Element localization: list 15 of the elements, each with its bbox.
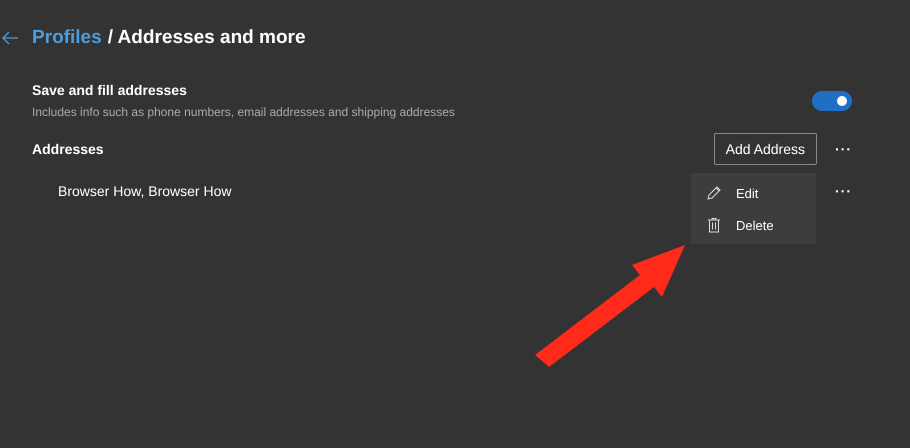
menu-item[interactable]: Delete (691, 209, 816, 241)
add-address-button[interactable]: Add Address (714, 133, 817, 165)
section-title: Addresses (32, 141, 104, 157)
more-button[interactable]: ··· (835, 183, 852, 199)
more-button[interactable]: ··· (835, 141, 852, 157)
menu-item[interactable]: Edit (691, 177, 816, 209)
page-title: / Addresses and more (108, 27, 306, 49)
setting-description: Includes info such as phone numbers, email addresses and shipping addresses (32, 105, 455, 119)
setting-title: Save and fill addresses (32, 82, 188, 98)
toggle-switch[interactable] (812, 90, 852, 110)
back-icon[interactable] (2, 31, 18, 45)
breadcrumb-link[interactable]: Profiles (32, 27, 102, 49)
pencil-icon (706, 185, 722, 201)
trash-icon (706, 217, 722, 233)
address-entry: Browser How, Browser How (58, 183, 232, 199)
